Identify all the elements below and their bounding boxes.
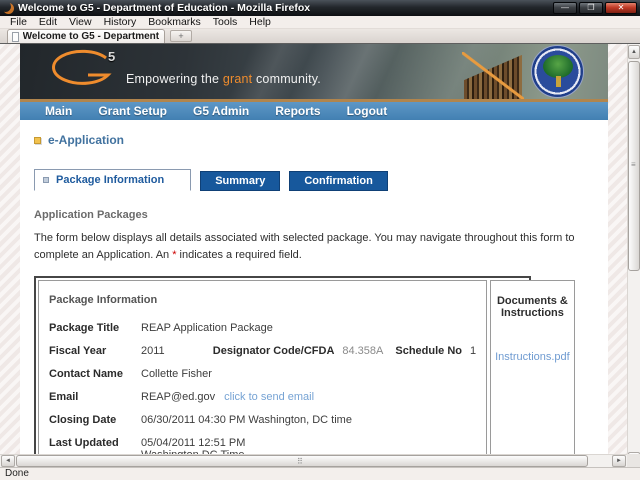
closing-date-label: Closing Date [49, 414, 117, 426]
tab-package-information[interactable]: Package Information [34, 169, 192, 191]
last-updated-label: Last Updated [49, 437, 119, 449]
designator-label: Designator Code/CFDA [212, 345, 335, 357]
horizontal-scrollbar[interactable]: ◄ ► [0, 454, 627, 467]
firefox-icon [3, 3, 14, 14]
banner-tagline: Empowering the grant community. [126, 72, 321, 86]
breadcrumb-label: e-Application [48, 133, 125, 147]
maximize-button[interactable]: ❐ [579, 2, 603, 14]
contact-name-label: Contact Name [49, 368, 123, 380]
scroll-up-icon[interactable]: ▲ [628, 45, 640, 59]
tab-package-information-label: Package Information [56, 174, 165, 186]
email-row: Email REAP@ed.gov click to send email [49, 391, 476, 403]
page-icon [12, 31, 19, 42]
package-info-heading: Package Information [49, 294, 158, 306]
schedule-label: Schedule No [395, 345, 462, 357]
package-title-label: Package Title [49, 322, 120, 334]
close-button[interactable]: ✕ [605, 2, 637, 14]
nav-item-g5-admin[interactable]: G5 Admin [180, 104, 262, 118]
contact-name-value: Collette Fisher [141, 368, 212, 380]
form-tabs: Package Information Summary Confirmation [34, 169, 608, 191]
scroll-right-icon[interactable]: ► [612, 455, 626, 467]
tagline-highlight: grant [222, 72, 253, 86]
new-tab-button[interactable]: + [170, 30, 192, 42]
browser-tab-active[interactable]: Welcome to G5 - Department of Edu... [7, 29, 165, 43]
page-content: e-Application Package Information Summar… [20, 120, 608, 454]
email-label: Email [49, 391, 79, 403]
menu-tools[interactable]: Tools [207, 16, 244, 28]
contact-name-row: Contact Name Collette Fisher [49, 368, 476, 380]
breadcrumb-bullet-icon [34, 136, 41, 144]
last-updated-row: Last Updated 05/04/2011 12:51 PM Washing… [49, 437, 476, 454]
documents-heading: Documents & Instructions [496, 295, 568, 319]
menu-help[interactable]: Help [243, 16, 277, 28]
vertical-scrollbar[interactable]: ▲ ▼ [627, 44, 640, 467]
tab-confirmation[interactable]: Confirmation [289, 171, 388, 191]
tab-summary[interactable]: Summary [200, 171, 281, 191]
send-email-link[interactable]: click to send email [224, 391, 314, 403]
documents-panel: Documents & Instructions Instructions.pd… [490, 280, 575, 454]
description-post: indicates a required field. [176, 248, 302, 261]
menu-bookmarks[interactable]: Bookmarks [142, 16, 207, 28]
window-title: Welcome to G5 - Department of Education … [18, 2, 311, 14]
status-bar: Done [0, 467, 640, 480]
schedule-value: 1 [470, 345, 477, 357]
fiscal-year-row: Fiscal Year 2011 Designator Code/CFDA 84… [49, 345, 476, 357]
fiscal-year-label: Fiscal Year [49, 345, 107, 357]
email-value: REAP@ed.gov [141, 391, 216, 403]
instructions-pdf-link[interactable]: Instructions.pdf [495, 351, 570, 363]
nav-item-main[interactable]: Main [32, 104, 85, 118]
package-title-value: REAP Application Package [141, 322, 273, 334]
menu-edit[interactable]: Edit [33, 16, 63, 28]
breadcrumb: e-Application [34, 133, 608, 147]
window-titlebar: Welcome to G5 - Department of Education … [0, 0, 640, 16]
menu-file[interactable]: File [4, 16, 33, 28]
tagline-pre: Empowering the [126, 72, 223, 86]
scroll-left-icon[interactable]: ◄ [1, 455, 15, 467]
library-photo-edge [462, 52, 524, 99]
tab-bar: Welcome to G5 - Department of Edu... + [0, 29, 640, 44]
tab-bullet-icon [43, 177, 49, 183]
seal-trunk-icon [556, 76, 561, 87]
description-pre: The form below displays all details asso… [34, 232, 575, 261]
g5-header-banner: 5 Empowering the grant community. [20, 44, 608, 99]
scrollbar-corner [627, 454, 640, 467]
section-description: The form below displays all details asso… [34, 230, 612, 263]
horizontal-scroll-thumb[interactable] [16, 455, 588, 467]
fiscal-year-value: 2011 [141, 345, 165, 357]
browser-tab-title: Welcome to G5 - Department of Edu... [22, 31, 160, 42]
tagline-post: community. [252, 72, 321, 86]
minimize-button[interactable]: — [553, 2, 577, 14]
main-nav: Main Grant Setup G5 Admin Reports Logout [20, 99, 608, 120]
g5-page: 5 Empowering the grant community. Main G… [20, 44, 608, 454]
seal-tree-icon [543, 55, 573, 78]
browser-viewport: 5 Empowering the grant community. Main G… [0, 44, 627, 454]
vertical-scroll-thumb[interactable] [628, 61, 640, 271]
menu-history[interactable]: History [98, 16, 143, 28]
designator-value: 84.358A [342, 345, 384, 357]
package-panel-container: Package Information Package Title REAP A… [34, 276, 575, 454]
nav-item-reports[interactable]: Reports [262, 104, 333, 118]
last-updated-value: 05/04/2011 12:51 PM Washington DC Time [141, 437, 245, 454]
department-of-education-seal-icon [531, 45, 584, 98]
closing-date-row: Closing Date 06/30/2011 04:30 PM Washing… [49, 414, 476, 426]
menu-bar: File Edit View History Bookmarks Tools H… [0, 16, 640, 29]
nav-item-grant-setup[interactable]: Grant Setup [85, 104, 180, 118]
package-information-panel: Package Information Package Title REAP A… [38, 280, 488, 454]
g5-logo-five: 5 [108, 49, 116, 64]
package-title-row: Package Title REAP Application Package [49, 322, 476, 334]
browser-window: Welcome to G5 - Department of Education … [0, 0, 640, 480]
last-updated-line1: 05/04/2011 12:51 PM [141, 437, 246, 449]
nav-item-logout[interactable]: Logout [334, 104, 401, 118]
status-text: Done [5, 468, 29, 479]
menu-view[interactable]: View [63, 16, 98, 28]
closing-date-value: 06/30/2011 04:30 PM Washington, DC time [141, 414, 352, 426]
section-heading: Application Packages [34, 209, 148, 221]
